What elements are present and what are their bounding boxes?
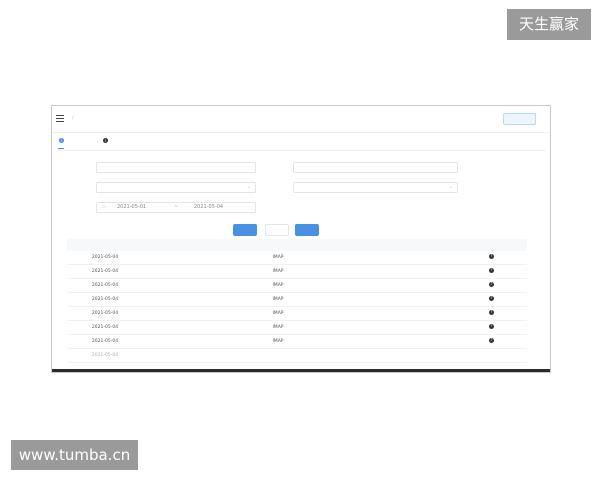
cell-login-method-text: IMAP bbox=[272, 325, 284, 330]
table-row: 2021-05-04 IMAP? bbox=[67, 279, 527, 293]
cell-login-method-text: IMAP bbox=[272, 311, 284, 316]
cell-login-method: IMAP bbox=[243, 335, 313, 349]
cell-risk[interactable]: ? bbox=[455, 321, 527, 335]
table-row: 2021-05-04 bbox=[67, 349, 527, 363]
table-row: 2021-05-04 IMAP? bbox=[67, 251, 527, 265]
export-button[interactable] bbox=[295, 224, 319, 236]
help-icon[interactable]: ? bbox=[489, 254, 494, 259]
cell-date: 2021-05-04 bbox=[67, 335, 143, 349]
cell-date-text: 2021-05-04 bbox=[91, 353, 119, 358]
breadcrumb-separator: / bbox=[72, 115, 74, 121]
cell-date-text: 2021-05-04 bbox=[91, 325, 119, 330]
cell-date: 2021-05-04 bbox=[67, 349, 143, 363]
table-row: 2021-05-04 IMAP? bbox=[67, 321, 527, 335]
risk-select[interactable]: ⌄ bbox=[293, 182, 458, 193]
cell-date: 2021-05-04 bbox=[67, 279, 143, 293]
top-bar: / bbox=[52, 106, 550, 133]
table-row: 2021-05-04 IMAP? bbox=[67, 265, 527, 279]
help-icon[interactable]: ? bbox=[489, 324, 494, 329]
cell-date-text: 2021-05-04 bbox=[91, 283, 119, 288]
cell-date: 2021-05-04 bbox=[67, 293, 143, 307]
table-row: 2021-05-04 IMAP? bbox=[67, 307, 527, 321]
cell-login-method: IMAP bbox=[243, 321, 313, 335]
cell-login-method-text: IMAP bbox=[272, 269, 284, 274]
tab-compromised-accounts[interactable]: i bbox=[102, 138, 108, 149]
cell-risk[interactable]: ? bbox=[455, 335, 527, 349]
cell-risk[interactable]: ? bbox=[455, 265, 527, 279]
cell-login-method: IMAP bbox=[243, 307, 313, 321]
watermark-bottom: www.tumba.cn bbox=[11, 440, 138, 470]
cell-date-text: 2021-05-04 bbox=[91, 339, 119, 344]
menu-icon[interactable] bbox=[56, 115, 64, 122]
chevron-down-icon: ⌄ bbox=[448, 184, 453, 190]
cell-date-text: 2021-05-04 bbox=[91, 297, 119, 302]
cell-risk[interactable]: ? bbox=[455, 307, 527, 321]
cell-risk[interactable]: ? bbox=[455, 293, 527, 307]
login-ip-input[interactable] bbox=[293, 162, 458, 173]
cell-login-method: IMAP bbox=[243, 279, 313, 293]
date-end: 2021-05-04 bbox=[194, 204, 224, 210]
reset-button[interactable] bbox=[265, 224, 289, 236]
switch-domain-button[interactable] bbox=[503, 113, 536, 125]
cell-date-text: 2021-05-04 bbox=[91, 311, 119, 316]
cell-date: 2021-05-04 bbox=[67, 265, 143, 279]
mail-account-input[interactable] bbox=[96, 162, 256, 173]
cell-login-method-text: IMAP bbox=[272, 255, 284, 260]
table-row: 2021-05-04 IMAP? bbox=[67, 335, 527, 349]
tab-divider bbox=[58, 150, 546, 151]
query-button[interactable] bbox=[233, 224, 257, 236]
cell-login-method: IMAP bbox=[243, 265, 313, 279]
watermark-top: 天生赢家 bbox=[507, 9, 591, 40]
cell-date: 2021-05-04 bbox=[67, 307, 143, 321]
chevron-down-icon: ⌄ bbox=[246, 184, 251, 190]
date-separator: ~ bbox=[174, 204, 179, 210]
table-header bbox=[67, 239, 527, 251]
help-icon[interactable]: ? bbox=[489, 296, 494, 301]
cell-date: 2021-05-04 bbox=[67, 251, 143, 265]
cell-date-text: 2021-05-04 bbox=[91, 269, 119, 274]
help-icon[interactable]: ? bbox=[489, 268, 494, 273]
help-icon[interactable]: ? bbox=[489, 338, 494, 343]
cell-risk[interactable]: ? bbox=[455, 279, 527, 293]
cell-login-method-text: IMAP bbox=[272, 297, 284, 302]
tab-abnormal-accounts[interactable]: i bbox=[58, 138, 64, 149]
cell-login-method: IMAP bbox=[243, 293, 313, 307]
app-screenshot: / i i ⌄ ⌄ ▭ 2021-05-01 ~ 2021-05-04 2021… bbox=[51, 105, 551, 373]
help-icon[interactable]: ? bbox=[489, 310, 494, 315]
help-icon[interactable]: ? bbox=[489, 282, 494, 287]
cell-login-method: IMAP bbox=[243, 251, 313, 265]
cell-date-text: 2021-05-04 bbox=[91, 255, 119, 260]
cell-date: 2021-05-04 bbox=[67, 321, 143, 335]
breadcrumb: / bbox=[69, 115, 77, 121]
cell-login-method-text: IMAP bbox=[272, 339, 284, 344]
cell-login-method-text: IMAP bbox=[272, 283, 284, 288]
info-icon: i bbox=[103, 138, 108, 143]
table-row: 2021-05-04 IMAP? bbox=[67, 293, 527, 307]
date-range-picker[interactable]: ▭ 2021-05-01 ~ 2021-05-04 bbox=[96, 202, 256, 213]
ip-location-select[interactable]: ⌄ bbox=[96, 182, 256, 193]
date-start: 2021-05-01 bbox=[117, 204, 147, 210]
info-icon: i bbox=[59, 138, 64, 143]
screenshot-bottom-edge bbox=[52, 369, 550, 372]
calendar-icon: ▭ bbox=[101, 204, 106, 210]
cell-risk[interactable]: ? bbox=[455, 251, 527, 265]
